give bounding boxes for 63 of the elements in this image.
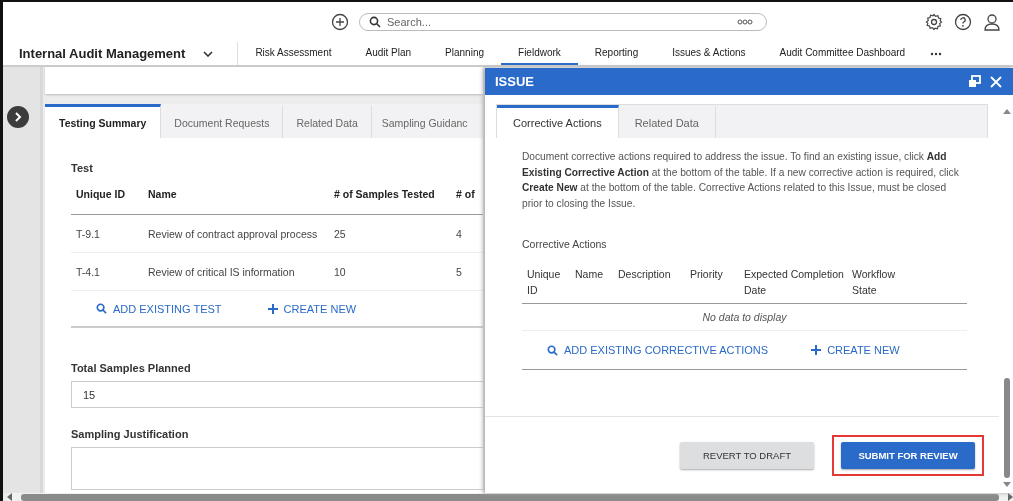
- more-icon[interactable]: [930, 51, 943, 56]
- search-icon: [96, 303, 107, 314]
- nav-tab[interactable]: Reporting: [577, 42, 656, 65]
- column-header: # of: [456, 188, 476, 200]
- field-label: Sampling Justification: [71, 428, 190, 440]
- plus-icon: [811, 345, 822, 355]
- scroll-up-icon[interactable]: [1002, 109, 1011, 114]
- panel-title: ISSUE: [495, 74, 535, 89]
- column-header: # of Samples Tested: [334, 188, 436, 200]
- app-switcher[interactable]: Internal Audit Management: [3, 42, 239, 65]
- nav-tab[interactable]: Planning: [428, 42, 502, 65]
- nav-tab[interactable]: Issues & Actions: [655, 42, 763, 65]
- search-icon: [369, 16, 381, 28]
- column-header: Unique ID: [76, 188, 126, 200]
- table-cell-text: 5: [456, 265, 463, 278]
- column-header: Unique ID: [527, 267, 562, 298]
- table-action-link[interactable]: CREATE NEW: [811, 344, 900, 356]
- nav-tab[interactable]: Risk Assessment: [238, 42, 349, 65]
- popout-icon[interactable]: [968, 75, 981, 88]
- chevron-down-icon: [203, 50, 214, 57]
- add-icon[interactable]: [331, 13, 349, 31]
- table-cell-text: T-9.1: [76, 227, 101, 240]
- search-icon: [547, 344, 558, 356]
- section-title: Corrective Actions: [522, 238, 608, 250]
- settings-icon[interactable]: [925, 13, 943, 31]
- table-cell-text: 10: [334, 265, 347, 278]
- nav-tab[interactable]: Audit Committee Dashboard: [762, 42, 923, 65]
- column-header: Name: [148, 188, 178, 200]
- column-header: Description: [618, 267, 672, 282]
- search-field[interactable]: Search...: [359, 13, 767, 31]
- scroll-down-icon[interactable]: [1002, 482, 1011, 487]
- scroll-left-icon[interactable]: [7, 493, 13, 501]
- table-action-link[interactable]: ADD EXISTING TEST: [96, 302, 222, 315]
- nav-tab[interactable]: Fieldwork: [501, 42, 578, 65]
- column-header: Workflow State: [852, 267, 896, 298]
- action-button[interactable]: SUBMIT FOR REVIEW: [841, 441, 975, 469]
- action-button[interactable]: REVERT TO DRAFT: [680, 441, 814, 469]
- horizontal-scrollbar[interactable]: [7, 493, 1013, 501]
- field-label: Total Samples Planned: [71, 362, 192, 374]
- tab[interactable]: Testing Summary: [45, 104, 162, 138]
- help-icon[interactable]: [954, 13, 972, 31]
- scroll-right-icon[interactable]: [1007, 493, 1013, 501]
- table-cell-text: 4: [456, 227, 463, 240]
- table-cell-text: Review of contract approval process: [148, 227, 319, 240]
- table-action-link[interactable]: ADD EXISTING CORRECTIVE ACTIONS: [547, 344, 769, 356]
- column-header: Expected Completion Date: [744, 267, 845, 298]
- section-title: Test: [71, 162, 94, 174]
- empty-message: No data to display: [702, 311, 787, 323]
- table-cell-text: 25: [334, 227, 347, 240]
- table-action-link[interactable]: CREATE NEW: [267, 302, 357, 315]
- table-cell-text: Review of critical IS information: [148, 265, 296, 278]
- description-text: Document corrective actions required to address the issue. To find an existing issue, click Add Existing Corrective Action at the bottom of the table. If a new corrective action is required, click Create New at the bottom of the table. Corrective Actions related to this Issue, must be closed prior to closing the Issue.: [522, 150, 960, 211]
- column-header: Name: [575, 267, 604, 282]
- vertical-scrollbar[interactable]: [1002, 109, 1011, 487]
- user-icon[interactable]: [983, 13, 1001, 31]
- plus-icon: [267, 303, 278, 314]
- tab[interactable]: Corrective Actions: [497, 105, 619, 138]
- column-header: Priority: [690, 267, 724, 282]
- table-cell-text: T-4.1: [76, 265, 101, 278]
- close-icon[interactable]: [990, 75, 1002, 88]
- expand-icon[interactable]: [7, 106, 29, 128]
- nav-tab[interactable]: Audit Plan: [348, 42, 429, 65]
- input-field[interactable]: 15: [71, 381, 483, 408]
